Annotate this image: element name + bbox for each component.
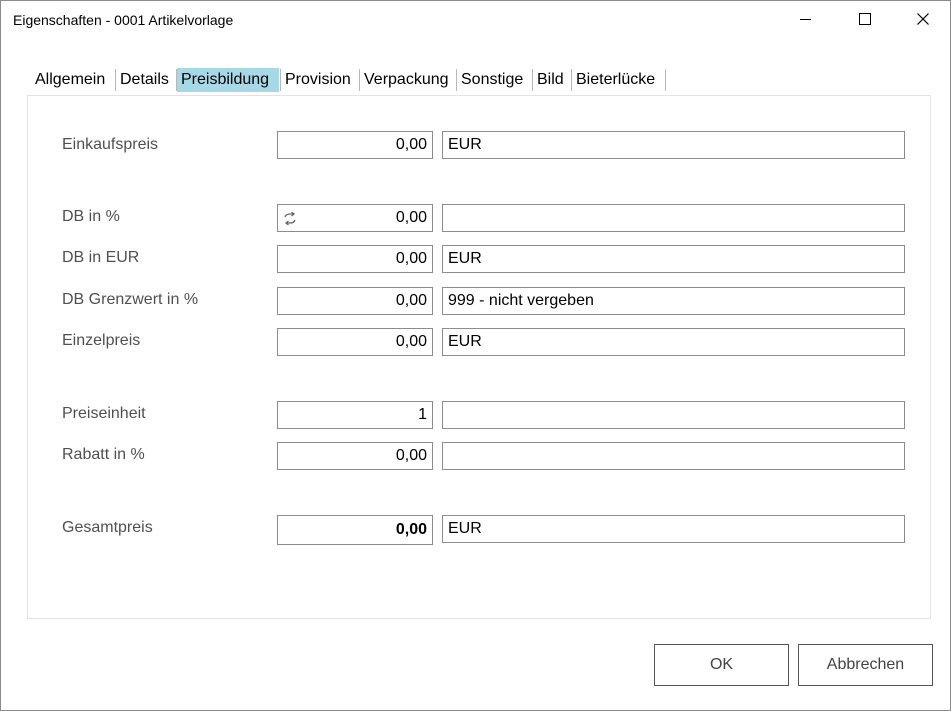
db-eur-currency-field[interactable]: EUR [442, 245, 905, 273]
db-prozent-label: DB in % [62, 208, 120, 225]
db-grenzwert-input[interactable]: 0,00 [277, 287, 433, 315]
rabatt-label: Rabatt in % [62, 446, 145, 463]
preiseinheit-extra-field[interactable] [442, 401, 905, 429]
tab-separator [665, 69, 666, 91]
window-title: Eigenschaften - 0001 Artikelvorlage [13, 12, 234, 28]
preiseinheit-input[interactable]: 1 [277, 401, 433, 429]
tab-bild[interactable]: Bild [533, 68, 571, 92]
properties-dialog: Eigenschaften - 0001 Artikelvorlage Allg… [0, 0, 951, 711]
db-grenzwert-label: DB Grenzwert in % [62, 291, 199, 308]
gesamtpreis-label: Gesamtpreis [62, 519, 153, 536]
tab-bieterluecke[interactable]: Bieterlücke [572, 68, 665, 92]
ok-button[interactable]: OK [654, 644, 789, 686]
minimize-icon [800, 19, 811, 20]
maximize-icon [859, 13, 871, 25]
einzelpreis-label: Einzelpreis [62, 332, 141, 349]
einzelpreis-currency-field[interactable]: EUR [442, 328, 905, 356]
maximize-button[interactable] [836, 1, 894, 39]
tab-sonstige[interactable]: Sonstige [457, 68, 531, 92]
title-bar[interactable]: Eigenschaften - 0001 Artikelvorlage [1, 1, 950, 39]
einzelpreis-input[interactable]: 0,00 [277, 328, 433, 356]
tab-allgemein[interactable]: Allgemein [31, 68, 114, 92]
db-eur-label: DB in EUR [62, 249, 140, 266]
db-eur-input[interactable]: 0,00 [277, 245, 433, 273]
db-prozent-value: 0,00 [395, 209, 427, 226]
db-prozent-extra-field[interactable] [442, 204, 905, 232]
tab-details[interactable]: Details [116, 68, 176, 92]
einkaufspreis-input[interactable]: 0,00 [277, 131, 433, 159]
db-grenzwert-extra-field[interactable]: 999 - nicht vergeben [442, 287, 905, 315]
einkaufspreis-label: Einkaufspreis [62, 136, 159, 153]
gesamtpreis-currency-field[interactable]: EUR [442, 515, 905, 543]
preiseinheit-label: Preiseinheit [62, 405, 146, 422]
gesamtpreis-value: 0,00 [277, 515, 433, 545]
minimize-button[interactable] [778, 1, 836, 39]
refresh-icon[interactable] [283, 212, 297, 225]
close-icon [917, 13, 929, 25]
einkaufspreis-currency-field[interactable]: EUR [442, 131, 905, 159]
tab-preisbildung[interactable]: Preisbildung [177, 68, 279, 92]
cancel-button[interactable]: Abbrechen [798, 644, 933, 686]
rabatt-input[interactable]: 0,00 [277, 442, 433, 470]
tab-provision[interactable]: Provision [281, 68, 359, 92]
tab-verpackung[interactable]: Verpackung [360, 68, 455, 92]
db-prozent-input[interactable]: 0,00 [277, 204, 433, 232]
rabatt-extra-field[interactable] [442, 442, 905, 470]
close-button[interactable] [894, 1, 951, 39]
